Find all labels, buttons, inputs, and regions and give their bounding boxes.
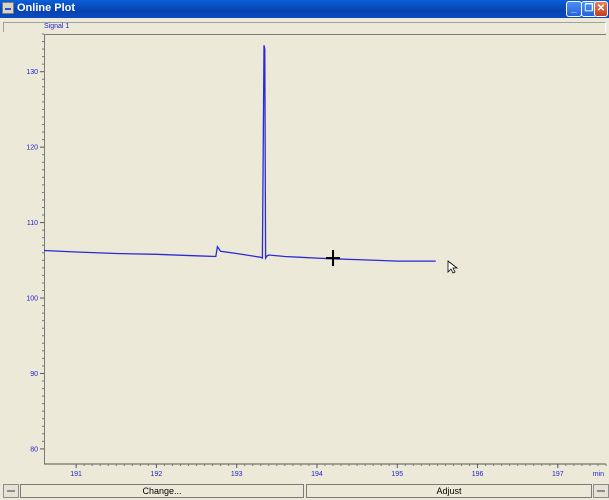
x-tick-label: 194 (311, 471, 323, 478)
y-tick-label: 130 (26, 69, 38, 76)
x-tick-label: 191 (70, 471, 82, 478)
arrow-pointer-icon (447, 260, 459, 274)
x-tick-label: 193 (231, 471, 243, 478)
signal-trace (43, 45, 436, 262)
scroll-left-button[interactable] (3, 484, 19, 498)
x-tick-label: 195 (391, 471, 403, 478)
crosshair-cursor-icon (326, 250, 341, 267)
y-axis: 80 90 100 110 120 130 (26, 33, 44, 453)
x-tick-label: 196 (472, 471, 484, 478)
signal-chart: 80 90 100 110 120 130 191 192 193 194 195 196 197 mi… (26, 33, 607, 478)
x-tick-label: 197 (552, 471, 564, 478)
x-axis: 191 192 193 194 195 196 197 min (44, 463, 607, 478)
x-unit-label: min (593, 471, 604, 478)
y-tick-label: 80 (30, 446, 38, 453)
y-tick-label: 120 (26, 145, 38, 152)
y-tick-label: 100 (26, 296, 38, 303)
scroll-right-button[interactable] (593, 484, 609, 498)
x-tick-label: 192 (151, 471, 163, 478)
adjust-button[interactable]: Adjust (306, 484, 592, 498)
y-tick-label: 90 (30, 371, 38, 378)
y-tick-label: 110 (27, 220, 38, 227)
change-button[interactable]: Change... (20, 484, 304, 498)
